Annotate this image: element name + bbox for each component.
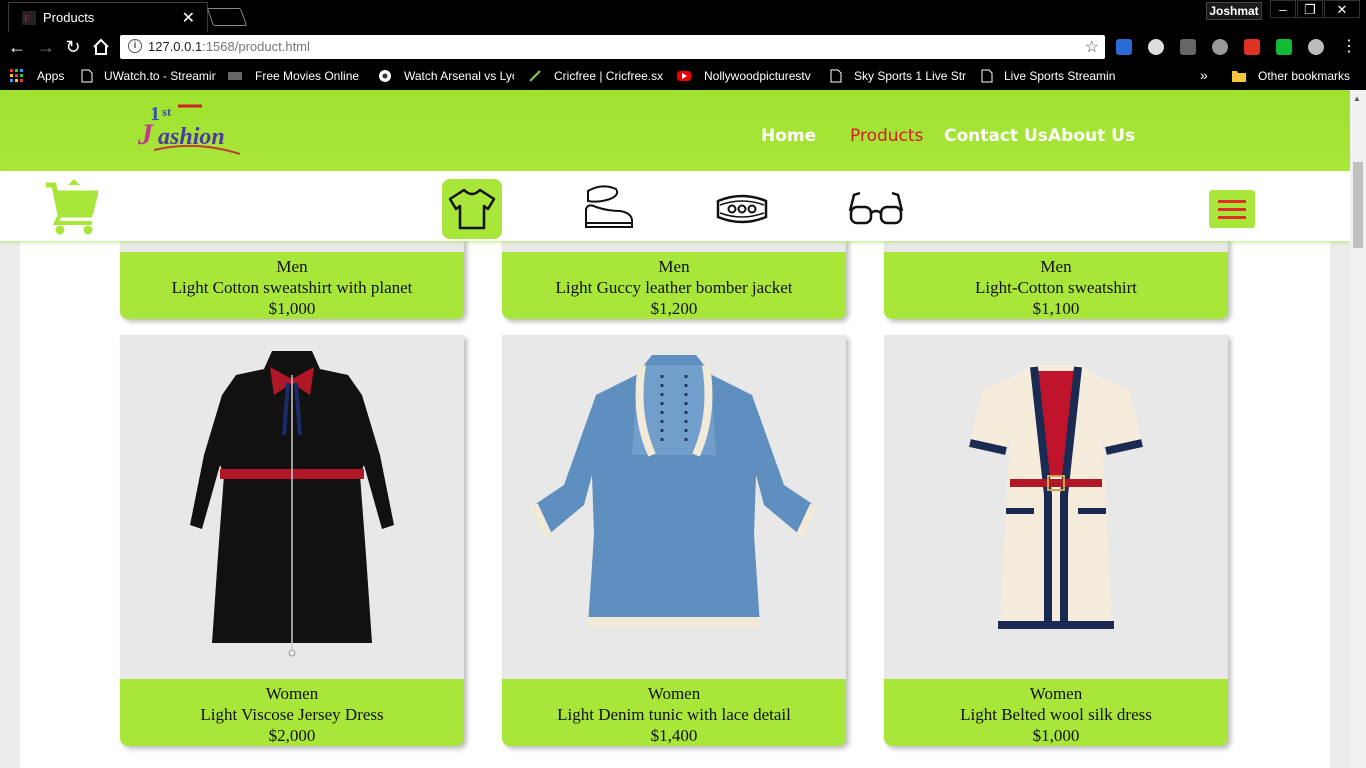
glasses-icon <box>848 191 904 225</box>
category-glasses[interactable] <box>846 179 906 239</box>
apps-grid-icon <box>10 69 23 82</box>
bookmark-live-sports[interactable]: Live Sports Streamin <box>1004 69 1116 83</box>
product-card[interactable]: Women Light Denim tunic with lace detail $… <box>502 335 846 746</box>
bookmark-uwatch[interactable]: UWatch.to - Streamin <box>104 69 216 83</box>
category-accessories[interactable] <box>712 179 772 239</box>
page-viewport: Men Light Cotton sweatshirt with planet $1… <box>0 90 1350 768</box>
nav-contact-us[interactable]: Contact Us <box>944 126 1048 146</box>
product-name[interactable]: Light Cotton sweatshirt with planet <box>120 277 464 298</box>
product-image-black-dress[interactable] <box>120 335 464 679</box>
menu-toggle-button[interactable] <box>1209 190 1255 228</box>
bookmark-star-icon[interactable]: ☆ <box>1085 37 1099 57</box>
film-icon <box>228 72 242 80</box>
shoe-icon <box>585 185 633 228</box>
product-price: $1,000 <box>268 299 316 318</box>
svg-text:J: J <box>137 118 154 151</box>
cricket-icon <box>529 70 541 82</box>
product-category: Men <box>658 257 690 276</box>
site-header: 1 st J ashion Home Products Contact Us A… <box>0 90 1350 171</box>
shirt-icon <box>448 188 496 230</box>
restore-button[interactable]: ❐ <box>1297 0 1323 18</box>
product-name[interactable]: Light-Cotton sweatshirt <box>884 277 1228 298</box>
product-category: Men <box>276 257 308 276</box>
bracelet-icon <box>716 194 768 224</box>
product-category: Women <box>1029 684 1083 703</box>
menu-kebab-icon[interactable]: ⋮ <box>1338 36 1360 58</box>
nav-home[interactable]: Home <box>761 126 816 146</box>
profile-button[interactable]: Joshmat <box>1206 2 1262 20</box>
site-logo[interactable]: 1 st J ashion <box>136 96 248 166</box>
address-bar[interactable]: i 127.0.0.1:1568/product.html ☆ <box>120 35 1105 59</box>
cart-icon[interactable] <box>44 179 98 235</box>
product-price: $1,400 <box>650 726 698 745</box>
extension-pdf-icon[interactable] <box>1244 39 1260 55</box>
product-image-denim-tunic[interactable] <box>502 335 846 679</box>
extension-sync-icon[interactable] <box>1212 39 1228 55</box>
bookmark-sky-sports[interactable]: Sky Sports 1 Live Str <box>854 69 966 83</box>
extension-ball-icon[interactable] <box>1148 39 1164 55</box>
bookmark-cricfree[interactable]: Cricfree | Cricfree.sx <box>554 69 664 83</box>
product-card[interactable]: Men Light Cotton sweatshirt with planet $1… <box>120 230 464 319</box>
product-image-belted-dress[interactable] <box>884 335 1228 679</box>
other-bookmarks[interactable]: Other bookmarks <box>1258 69 1350 83</box>
browser-titlebar: F Products ✕ Joshmat – ❐ ✕ <box>0 0 1366 32</box>
extension-monitor-icon[interactable] <box>1116 39 1132 55</box>
folder-icon <box>1232 71 1246 82</box>
extension-flag-icon[interactable] <box>1276 39 1292 55</box>
soccer-ball-icon <box>379 70 391 82</box>
minimize-button[interactable]: – <box>1270 0 1296 18</box>
product-price: $1,100 <box>1032 299 1080 318</box>
nav-products[interactable]: Products <box>850 126 923 146</box>
svg-text:F: F <box>24 14 30 25</box>
bookmark-free-movies[interactable]: Free Movies Online <box>255 69 367 83</box>
new-tab-button[interactable] <box>206 8 248 26</box>
forward-button[interactable]: → <box>35 36 57 58</box>
page-icon <box>981 69 993 83</box>
product-category: Men <box>1040 257 1072 276</box>
reload-button[interactable]: ↻ <box>62 36 84 58</box>
bookmarks-bar: Apps UWatch.to - Streamin Free Movies On… <box>0 62 1366 90</box>
svg-text:st: st <box>162 104 172 119</box>
home-icon[interactable] <box>92 38 110 56</box>
close-window-button[interactable]: ✕ <box>1324 0 1360 18</box>
bookmark-nollywood[interactable]: Nollywoodpicturestv <box>704 69 816 83</box>
product-name[interactable]: Light Denim tunic with lace detail <box>502 704 846 725</box>
bookmarks-overflow-button[interactable]: » <box>1200 67 1208 83</box>
back-button[interactable]: ← <box>6 36 28 58</box>
product-name[interactable]: Light Belted wool silk dress <box>884 704 1228 725</box>
nav-about-us[interactable]: About Us <box>1048 126 1135 146</box>
page-icon <box>81 69 93 83</box>
scroll-up-arrow-icon[interactable]: ▲ <box>1353 94 1361 103</box>
product-category: Women <box>265 684 319 703</box>
page-icon <box>830 69 842 83</box>
product-name[interactable]: Light Guccy leather bomber jacket <box>502 277 846 298</box>
product-price: $2,000 <box>268 726 316 745</box>
page-scrollbar[interactable]: ▲ <box>1350 90 1366 768</box>
extension-cloud-icon[interactable] <box>1308 39 1324 55</box>
scroll-thumb[interactable] <box>1353 162 1363 248</box>
youtube-icon <box>677 71 691 81</box>
url-text: 127.0.0.1:1568/product.html <box>148 39 310 54</box>
product-card[interactable]: Men Light-Cotton sweatshirt $1,100 <box>884 230 1228 319</box>
product-category: Women <box>647 684 701 703</box>
product-card[interactable]: Women Light Belted wool silk dress $1,000 <box>884 335 1228 746</box>
product-card[interactable]: Women Light Viscose Jersey Dress $2,000 <box>120 335 464 746</box>
category-bar <box>0 171 1350 241</box>
category-shoes[interactable] <box>578 179 638 239</box>
product-name[interactable]: Light Viscose Jersey Dress <box>120 704 464 725</box>
favicon-icon: F <box>22 11 36 25</box>
extension-java-icon[interactable] <box>1180 39 1196 55</box>
bookmark-arsenal[interactable]: Watch Arsenal vs Lyo <box>404 69 514 83</box>
product-card[interactable]: Men Light Guccy leather bomber jacket $1,2… <box>502 230 846 319</box>
info-icon[interactable]: i <box>128 39 142 53</box>
product-price: $1,200 <box>650 299 698 318</box>
browser-toolbar: ← → ↻ i 127.0.0.1:1568/product.html ☆ ⋮ <box>0 32 1366 62</box>
tab-close-icon[interactable]: ✕ <box>182 8 195 28</box>
category-shirts[interactable] <box>442 179 502 239</box>
product-price: $1,000 <box>1032 726 1080 745</box>
tab-title: Products <box>43 10 95 25</box>
browser-tab[interactable]: F Products ✕ <box>8 2 208 32</box>
bookmark-apps[interactable]: Apps <box>37 69 64 83</box>
